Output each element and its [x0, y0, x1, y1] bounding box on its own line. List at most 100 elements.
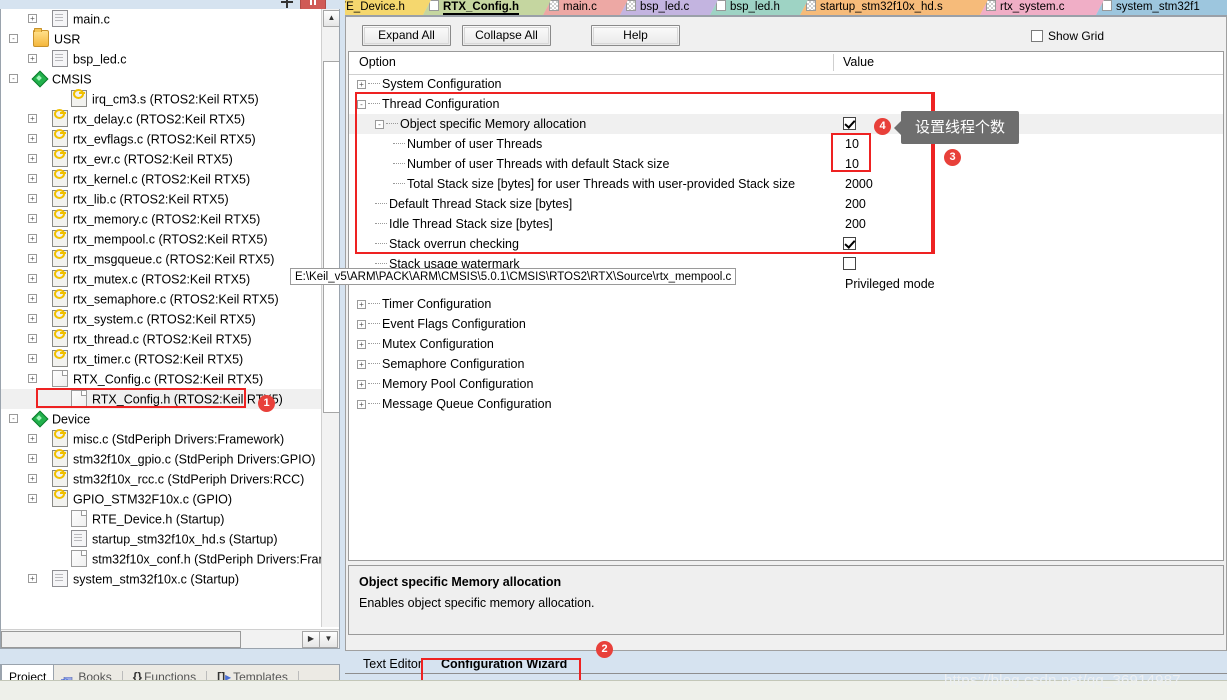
tree-item[interactable]: + misc.c (StdPeriph Drivers:Framework): [1, 429, 321, 449]
help-button[interactable]: Help: [591, 25, 680, 46]
option-row-value[interactable]: 2000: [845, 174, 873, 194]
tree-item[interactable]: - Device: [1, 409, 321, 429]
grid-expander-plus-icon[interactable]: +: [357, 300, 366, 309]
tree-expander-plus-icon[interactable]: +: [28, 194, 37, 204]
tree-item[interactable]: + rtx_mempool.c (RTOS2:Keil RTX5): [1, 229, 321, 249]
grid-expander-minus-icon[interactable]: -: [375, 120, 384, 129]
tree-item[interactable]: + rtx_mutex.c (RTOS2:Keil RTX5): [1, 269, 321, 289]
tree-item[interactable]: + rtx_kernel.c (RTOS2:Keil RTX5): [1, 169, 321, 189]
grid-expander-plus-icon[interactable]: +: [357, 380, 366, 389]
tree-expander-plus-icon[interactable]: +: [28, 254, 37, 264]
file-tab[interactable]: bsp_led.c: [620, 0, 718, 15]
tab-text-editor[interactable]: Text Editor: [349, 653, 437, 675]
option-row-checkbox-wrap[interactable]: [843, 254, 856, 274]
file-tab[interactable]: rtx_system.c: [980, 0, 1104, 15]
tree-item[interactable]: + rtx_evr.c (RTOS2:Keil RTX5): [1, 149, 321, 169]
tree-item[interactable]: + stm32f10x_rcc.c (StdPeriph Drivers:RCC): [1, 469, 321, 489]
tree-item[interactable]: irq_cm3.s (RTOS2:Keil RTX5): [1, 89, 321, 109]
tree-expander-plus-icon[interactable]: +: [28, 134, 37, 144]
tree-expander-minus-icon[interactable]: -: [9, 414, 18, 424]
tree-item[interactable]: + GPIO_STM32F10x.c (GPIO): [1, 489, 321, 509]
grid-expander-plus-icon[interactable]: +: [357, 340, 366, 349]
scroll-right-button[interactable]: ▶: [302, 631, 320, 648]
project-tree[interactable]: + main.c - USR + bsp_led.c - CMSIS irq_cm3.s (RT…: [1, 9, 321, 627]
tree-item[interactable]: + bsp_led.c: [1, 49, 321, 69]
option-row[interactable]: + Memory Pool Configuration: [349, 374, 1223, 394]
tree-expander-plus-icon[interactable]: +: [28, 314, 37, 324]
option-row[interactable]: + Semaphore Configuration: [349, 354, 1223, 374]
file-tab[interactable]: RTE_Device.h: [345, 0, 431, 15]
tree-expander-plus-icon[interactable]: +: [28, 434, 37, 444]
tree-item[interactable]: + stm32f10x_gpio.c (StdPeriph Drivers:GPI…: [1, 449, 321, 469]
file-tab[interactable]: startup_stm32f10x_hd.s: [800, 0, 988, 15]
option-checkbox-icon[interactable]: [843, 237, 856, 251]
option-row[interactable]: Stack overrun checking: [349, 234, 1223, 254]
tree-item[interactable]: + rtx_system.c (RTOS2:Keil RTX5): [1, 309, 321, 329]
grid-expander-plus-icon[interactable]: +: [357, 400, 366, 409]
tree-expander-plus-icon[interactable]: +: [28, 334, 37, 344]
scroll-dropdown-button[interactable]: ▼: [319, 631, 338, 648]
tree-item[interactable]: - USR: [1, 28, 321, 49]
tree-expander-minus-icon[interactable]: -: [9, 34, 18, 44]
option-row[interactable]: Default Thread Stack size [bytes] 200: [349, 194, 1223, 214]
option-row[interactable]: - Thread Configuration: [349, 94, 1223, 114]
tree-item[interactable]: startup_stm32f10x_hd.s (Startup): [1, 529, 321, 549]
tree-item[interactable]: stm32f10x_conf.h (StdPeriph Drivers:Fram…: [1, 549, 321, 569]
vscroll-thumb[interactable]: [323, 61, 339, 413]
option-grid[interactable]: Option Value + System Configuration - Threa…: [348, 51, 1224, 561]
tree-expander-plus-icon[interactable]: +: [28, 214, 37, 224]
tree-expander-plus-icon[interactable]: +: [28, 274, 37, 284]
tree-expander-plus-icon[interactable]: +: [28, 354, 37, 364]
option-row[interactable]: - Object specific Memory allocation: [349, 114, 1223, 134]
plus-icon[interactable]: [281, 0, 293, 8]
option-row[interactable]: Idle Thread Stack size [bytes] 200: [349, 214, 1223, 234]
collapse-all-button[interactable]: Collapse All: [462, 25, 551, 46]
tree-expander-plus-icon[interactable]: +: [28, 374, 37, 384]
tree-expander-plus-icon[interactable]: +: [28, 174, 37, 184]
tree-expander-plus-icon[interactable]: +: [28, 14, 37, 24]
tree-item[interactable]: + rtx_evflags.c (RTOS2:Keil RTX5): [1, 129, 321, 149]
file-tab[interactable]: RTX_Config.h: [423, 0, 551, 15]
tree-expander-plus-icon[interactable]: +: [28, 154, 37, 164]
option-row-value[interactable]: 10: [845, 134, 859, 154]
tree-item[interactable]: + rtx_delay.c (RTOS2:Keil RTX5): [1, 109, 321, 129]
grid-expander-minus-icon[interactable]: -: [357, 100, 366, 109]
grid-expander-plus-icon[interactable]: +: [357, 80, 366, 89]
option-row[interactable]: + Mutex Configuration: [349, 334, 1223, 354]
option-checkbox-icon[interactable]: [843, 117, 856, 131]
option-row-value[interactable]: Privileged mode: [845, 274, 935, 294]
option-row[interactable]: + System Configuration: [349, 74, 1223, 94]
option-row-value[interactable]: 200: [845, 194, 866, 214]
option-row-value[interactable]: 10: [845, 154, 859, 174]
option-row[interactable]: + Timer Configuration: [349, 294, 1223, 314]
project-tree-hscrollbar[interactable]: ▶ ▼: [1, 629, 339, 648]
tree-item[interactable]: + main.c: [1, 9, 321, 29]
grid-expander-plus-icon[interactable]: +: [357, 320, 366, 329]
grid-expander-plus-icon[interactable]: +: [357, 360, 366, 369]
file-tab-strip[interactable]: RTE_Device.h RTX_Config.h main.c bsp_led.c b…: [345, 0, 1227, 15]
file-tab[interactable]: bsp_led.h: [710, 0, 808, 15]
tree-item[interactable]: + RTX_Config.c (RTOS2:Keil RTX5): [1, 369, 321, 389]
tree-item[interactable]: + rtx_memory.c (RTOS2:Keil RTX5): [1, 209, 321, 229]
option-row-value[interactable]: 200: [845, 214, 866, 234]
option-row[interactable]: + Event Flags Configuration: [349, 314, 1223, 334]
tab-configuration-wizard[interactable]: Configuration Wizard: [427, 653, 587, 675]
show-grid-checkbox[interactable]: Show Grid: [1031, 29, 1104, 43]
option-row-checkbox-wrap[interactable]: [843, 234, 856, 254]
tree-item[interactable]: + rtx_msgqueue.c (RTOS2:Keil RTX5): [1, 249, 321, 269]
option-checkbox-icon[interactable]: [843, 257, 856, 271]
tree-item[interactable]: RTE_Device.h (Startup): [1, 509, 321, 529]
option-row[interactable]: + Message Queue Configuration: [349, 394, 1223, 414]
tree-expander-plus-icon[interactable]: +: [28, 454, 37, 464]
tree-expander-plus-icon[interactable]: +: [28, 494, 37, 504]
tree-expander-plus-icon[interactable]: +: [28, 294, 37, 304]
expand-all-button[interactable]: Expand All: [362, 25, 451, 46]
tree-item[interactable]: + rtx_semaphore.c (RTOS2:Keil RTX5): [1, 289, 321, 309]
project-tree-vscrollbar[interactable]: ▲: [321, 9, 339, 627]
option-row[interactable]: Number of user Threads with default Stac…: [349, 154, 1223, 174]
tree-expander-minus-icon[interactable]: -: [9, 74, 18, 84]
tree-expander-plus-icon[interactable]: +: [28, 474, 37, 484]
option-row[interactable]: Number of user Threads 10: [349, 134, 1223, 154]
tree-expander-plus-icon[interactable]: +: [28, 114, 37, 124]
tree-expander-plus-icon[interactable]: +: [28, 54, 37, 64]
